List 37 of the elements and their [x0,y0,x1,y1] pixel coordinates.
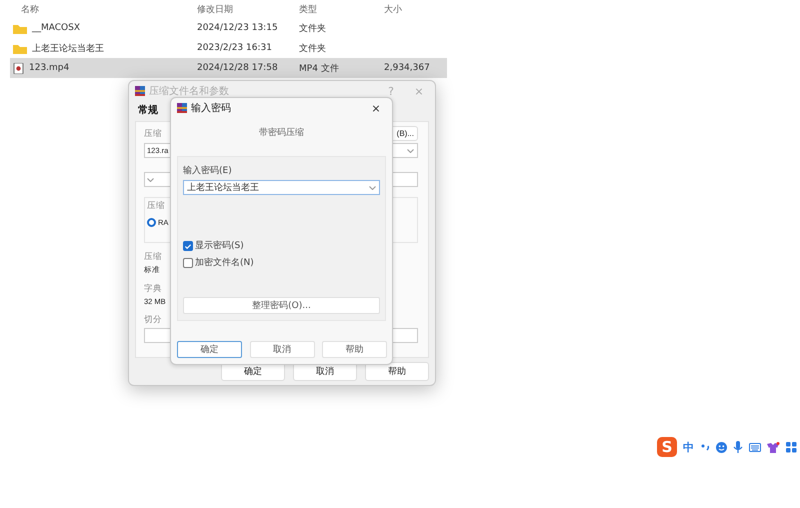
field-label: 字典 [144,283,162,295]
column-header[interactable]: 类型 [299,2,384,16]
dialog-heading: 带密码压缩 [258,126,305,139]
field-label: 切分 [144,314,162,326]
dialog-button[interactable]: 帮助 [322,341,387,358]
file-row[interactable]: 123.mp4 2024/12/28 17:58 MP4 文件 2,934,367 [10,58,447,78]
group-label: 压缩 [147,200,165,210]
field-label: 输入密码(E) [183,164,233,177]
type-cell-text: 文件夹 [299,22,327,34]
window-title: 压缩文件名和参数 [149,84,230,98]
close-button[interactable]: × [368,102,384,114]
window-title: 输入密码 [191,102,232,115]
date-cell-text: 2024/12/28 17:58 [197,63,279,73]
column-header[interactable]: 名称 [10,2,197,16]
type-cell-text: 文件夹 [299,42,327,54]
column-header[interactable]: 大小 [384,2,437,16]
file-name: __MACOSX [32,23,80,33]
file-name: 上老王论坛当老王 [32,42,104,54]
checkbox-label: 显示密码(S) [195,240,244,252]
field-label: 压缩 [144,251,162,263]
organize-button[interactable]: 整理密码(O)... [183,297,380,314]
dialog-button[interactable]: 确定 [177,341,242,358]
file-row[interactable]: 上老王论坛当老王 2023/2/23 16:31 文件夹 [10,38,447,58]
date-cell-text: 2023/2/23 16:31 [197,43,273,53]
size-cell-text: 2,934,367 [384,63,431,73]
dialog-button[interactable]: 取消 [250,341,314,358]
date-cell-text: 2024/12/23 13:15 [197,23,279,33]
password-field[interactable]: 上老王论坛当老王 [183,180,380,195]
dialog-button[interactable]: 帮助 [365,362,429,381]
field-label: 压缩 [144,128,162,140]
type-cell-text: MP4 文件 [299,62,340,74]
tab[interactable]: 常规 [138,103,158,117]
checkbox-label: 加密文件名(N) [195,256,254,269]
input-mode-toggle[interactable]: 中 [683,440,694,454]
file-name: 123.mp4 [29,63,70,73]
column-header[interactable]: 修改日期 [197,2,299,16]
file-row[interactable]: __MACOSX 2024/12/23 13:15 文件夹 [10,18,447,38]
